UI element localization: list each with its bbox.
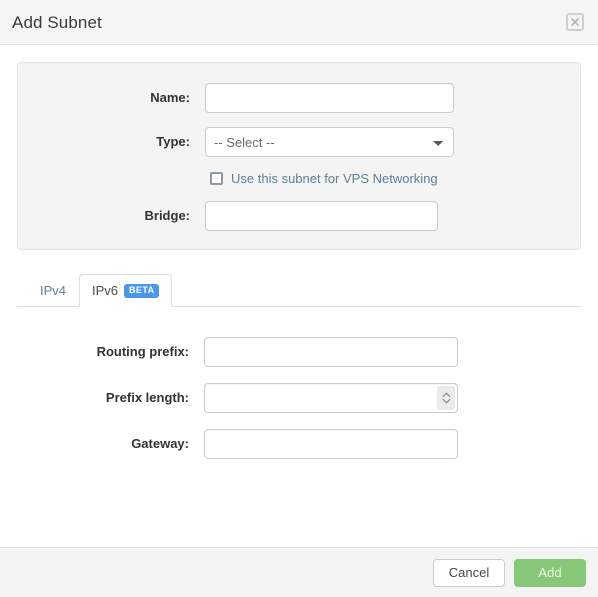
- ipv6-tab-panel: Routing prefix: Prefix length: Gateway:: [17, 307, 581, 459]
- page-title: Add Subnet: [12, 12, 102, 32]
- prefix-length-input[interactable]: [204, 382, 458, 413]
- close-icon: [571, 18, 579, 26]
- field-row-gateway: Gateway:: [17, 428, 581, 459]
- prefix-length-control: [204, 382, 458, 413]
- ip-version-tabs-wrap: IPv4 IPv6 BETA Routing prefix: Prefix le…: [17, 273, 581, 459]
- bridge-input[interactable]: [205, 200, 438, 231]
- gateway-input[interactable]: [204, 428, 458, 459]
- field-row-name: Name:: [18, 83, 580, 113]
- add-subnet-modal: Add Subnet Name: Type: -- Select -- Use …: [0, 0, 598, 597]
- routing-prefix-control: [204, 336, 458, 367]
- subnet-details-panel: Name: Type: -- Select -- Use this subnet…: [17, 62, 581, 250]
- gateway-label: Gateway:: [131, 436, 189, 452]
- tab-ipv4-label: IPv4: [40, 282, 67, 298]
- field-row-prefix-length: Prefix length:: [17, 382, 581, 413]
- cancel-button[interactable]: Cancel: [433, 558, 505, 587]
- ip-version-tabs: IPv4 IPv6 BETA: [17, 273, 581, 307]
- field-row-routing-prefix: Routing prefix:: [17, 336, 581, 367]
- modal-header: Add Subnet: [0, 0, 598, 45]
- bridge-control: [205, 200, 438, 231]
- spinner-up-down-icon[interactable]: [437, 385, 455, 410]
- vps-networking-checkbox[interactable]: [210, 172, 223, 186]
- tab-ipv4[interactable]: IPv4: [27, 274, 79, 307]
- close-button[interactable]: [566, 13, 584, 31]
- vps-networking-row: Use this subnet for VPS Networking: [18, 171, 580, 187]
- name-input[interactable]: [205, 83, 454, 113]
- tab-ipv6-label: IPv6: [92, 282, 119, 298]
- vps-networking-label[interactable]: Use this subnet for VPS Networking: [231, 171, 438, 187]
- name-label: Name:: [150, 90, 190, 106]
- type-select[interactable]: -- Select --: [205, 127, 454, 157]
- field-row-bridge: Bridge:: [18, 200, 580, 231]
- routing-prefix-input[interactable]: [204, 336, 458, 367]
- add-button[interactable]: Add: [514, 558, 586, 587]
- bridge-label: Bridge:: [144, 207, 191, 223]
- prefix-length-wrap: [204, 382, 458, 413]
- prefix-length-label: Prefix length:: [105, 390, 189, 406]
- modal-footer: Cancel Add: [0, 547, 598, 597]
- type-label: Type:: [156, 134, 190, 150]
- name-control: [205, 83, 454, 113]
- beta-badge: BETA: [124, 283, 160, 298]
- field-row-type: Type: -- Select --: [18, 127, 580, 157]
- tab-ipv6[interactable]: IPv6 BETA: [79, 273, 173, 307]
- modal-body: Name: Type: -- Select -- Use this subnet…: [0, 45, 598, 547]
- routing-prefix-label: Routing prefix:: [96, 344, 189, 360]
- gateway-control: [204, 428, 458, 459]
- type-control: -- Select --: [205, 127, 454, 157]
